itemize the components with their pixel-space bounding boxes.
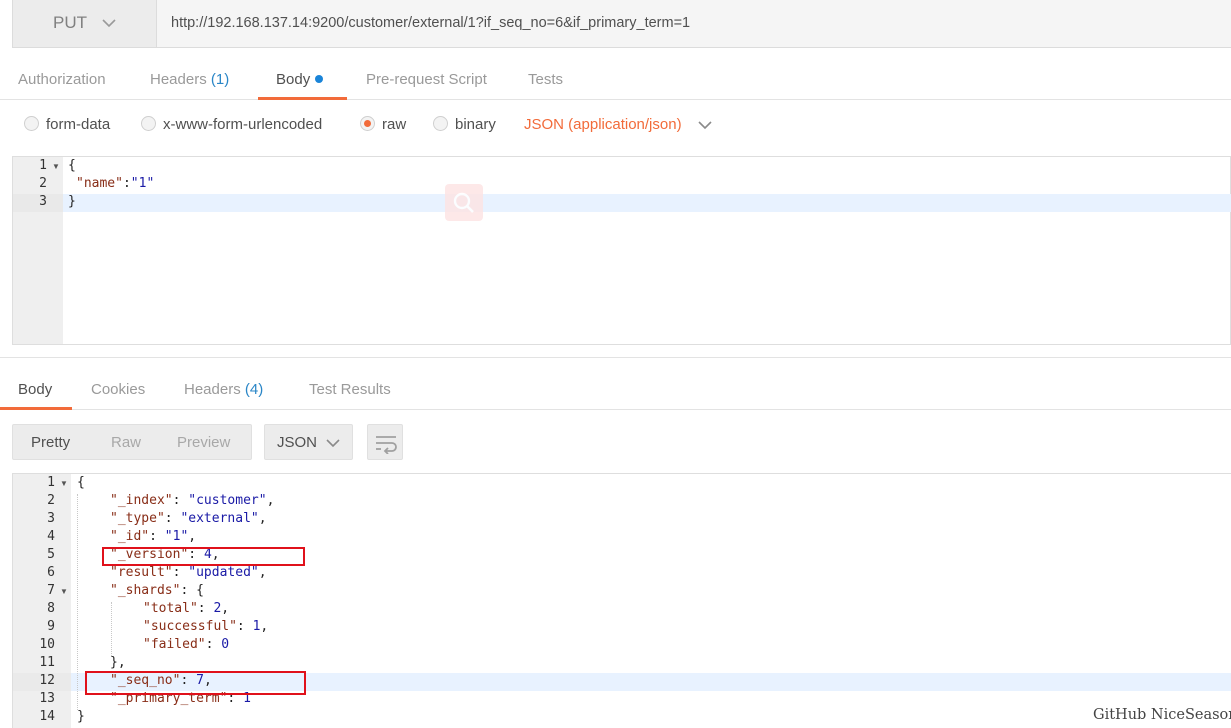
code-line: "total": 2, bbox=[143, 601, 230, 616]
view-pretty-button[interactable]: Pretty bbox=[31, 434, 70, 451]
request-body-editor[interactable]: 1 ▼ 2 3 { "name":"1" } bbox=[12, 156, 1231, 345]
code-line: } bbox=[77, 709, 85, 724]
indent-guide bbox=[77, 494, 78, 710]
code-line: "name":"1" bbox=[76, 176, 155, 191]
headers-count: (4) bbox=[244, 381, 264, 398]
response-tabs: Body Cookies Headers (4) Test Results bbox=[0, 370, 1231, 410]
fold-arrow-icon[interactable]: ▼ bbox=[60, 479, 68, 488]
line-number: 12 bbox=[39, 673, 55, 688]
code-line: "_id": "1", bbox=[110, 529, 197, 544]
radio-selected-icon bbox=[360, 116, 375, 131]
wrap-lines-button[interactable] bbox=[367, 424, 403, 460]
watermark: GitHub NiceSeason bbox=[1093, 707, 1231, 723]
method-select[interactable]: PUT bbox=[12, 0, 157, 48]
line-number: 7 bbox=[47, 583, 55, 598]
line-number: 10 bbox=[39, 637, 55, 652]
divider bbox=[0, 357, 1231, 358]
tab-pre-request-script[interactable]: Pre-request Script bbox=[366, 71, 487, 88]
line-number: 3 bbox=[47, 511, 55, 526]
request-tabs: Authorization Headers (1) Body Pre-reque… bbox=[0, 60, 1231, 100]
wrap-lines-icon bbox=[376, 436, 397, 454]
view-raw-button[interactable]: Raw bbox=[111, 434, 141, 451]
line-number: 1 bbox=[47, 475, 55, 490]
chevron-down-icon[interactable] bbox=[698, 118, 712, 132]
line-number: 1 bbox=[39, 158, 47, 173]
radio-urlencoded[interactable]: x-www-form-urlencoded bbox=[141, 116, 322, 133]
code-line: }, bbox=[110, 655, 126, 670]
radio-form-data[interactable]: form-data bbox=[24, 116, 110, 133]
radio-raw[interactable]: raw bbox=[360, 116, 406, 133]
chevron-down-icon bbox=[326, 439, 340, 448]
body-type-selector: form-data x-www-form-urlencoded raw bina… bbox=[0, 100, 1231, 150]
code-line: "_type": "external", bbox=[110, 511, 267, 526]
code-line: "_index": "customer", bbox=[110, 493, 275, 508]
tab-response-body[interactable]: Body bbox=[18, 381, 52, 398]
search-icon bbox=[445, 184, 483, 221]
code-line: "_shards": { bbox=[110, 583, 204, 598]
radio-circle-icon bbox=[141, 116, 156, 131]
tab-headers[interactable]: Headers (1) bbox=[150, 71, 229, 88]
fold-arrow-icon[interactable]: ▼ bbox=[60, 587, 68, 596]
chevron-down-icon bbox=[102, 19, 116, 28]
line-number: 14 bbox=[39, 709, 55, 724]
radio-binary[interactable]: binary bbox=[433, 116, 496, 133]
url-input[interactable]: http://192.168.137.14:9200/customer/exte… bbox=[157, 0, 1231, 48]
fold-arrow-icon[interactable]: ▼ bbox=[52, 162, 60, 171]
view-preview-button[interactable]: Preview bbox=[177, 434, 230, 451]
line-number: 13 bbox=[39, 691, 55, 706]
response-format-dropdown[interactable]: JSON bbox=[264, 424, 353, 460]
version-highlight-box bbox=[102, 547, 305, 566]
line-number: 6 bbox=[47, 565, 55, 580]
tab-tests[interactable]: Tests bbox=[528, 71, 563, 88]
line-number: 2 bbox=[39, 176, 47, 191]
line-number: 11 bbox=[39, 655, 55, 670]
modified-dot-icon bbox=[315, 75, 324, 83]
line-number: 4 bbox=[47, 529, 55, 544]
code-line: "successful": 1, bbox=[143, 619, 269, 634]
tab-cookies[interactable]: Cookies bbox=[91, 381, 145, 398]
tab-test-results[interactable]: Test Results bbox=[309, 381, 391, 398]
seq-no-highlight-box bbox=[85, 671, 306, 695]
line-number: 3 bbox=[39, 194, 47, 209]
line-number: 2 bbox=[47, 493, 55, 508]
url-bar: PUT http://192.168.137.14:9200/customer/… bbox=[0, 0, 1231, 48]
tab-response-headers[interactable]: Headers (4) bbox=[184, 381, 263, 398]
radio-circle-icon bbox=[24, 116, 39, 131]
content-type-dropdown[interactable]: JSON (application/json) bbox=[524, 116, 682, 133]
code-line: { bbox=[77, 475, 85, 490]
line-number: 9 bbox=[47, 619, 55, 634]
code-line: { bbox=[68, 158, 76, 173]
indent-guide bbox=[111, 602, 112, 656]
line-number: 8 bbox=[47, 601, 55, 616]
tab-authorization[interactable]: Authorization bbox=[18, 71, 106, 88]
method-label: PUT bbox=[53, 13, 87, 32]
line-number: 5 bbox=[47, 547, 55, 562]
code-line: } bbox=[68, 194, 76, 209]
format-label: JSON bbox=[277, 434, 318, 451]
response-body-viewer[interactable]: 1 ▼ 2 3 4 5 6 7 ▼ 8 9 10 11 12 13 14 { "… bbox=[12, 473, 1231, 728]
active-tab-underline bbox=[0, 407, 72, 410]
code-line: "result": "updated", bbox=[110, 565, 267, 580]
code-line: "failed": 0 bbox=[143, 637, 230, 652]
active-line-highlight bbox=[63, 194, 1231, 212]
radio-circle-icon bbox=[433, 116, 448, 131]
url-text: http://192.168.137.14:9200/customer/exte… bbox=[171, 15, 691, 31]
view-mode-group: Pretty Raw Preview bbox=[12, 424, 252, 460]
headers-count: (1) bbox=[210, 71, 230, 88]
tab-body[interactable]: Body bbox=[276, 71, 324, 88]
